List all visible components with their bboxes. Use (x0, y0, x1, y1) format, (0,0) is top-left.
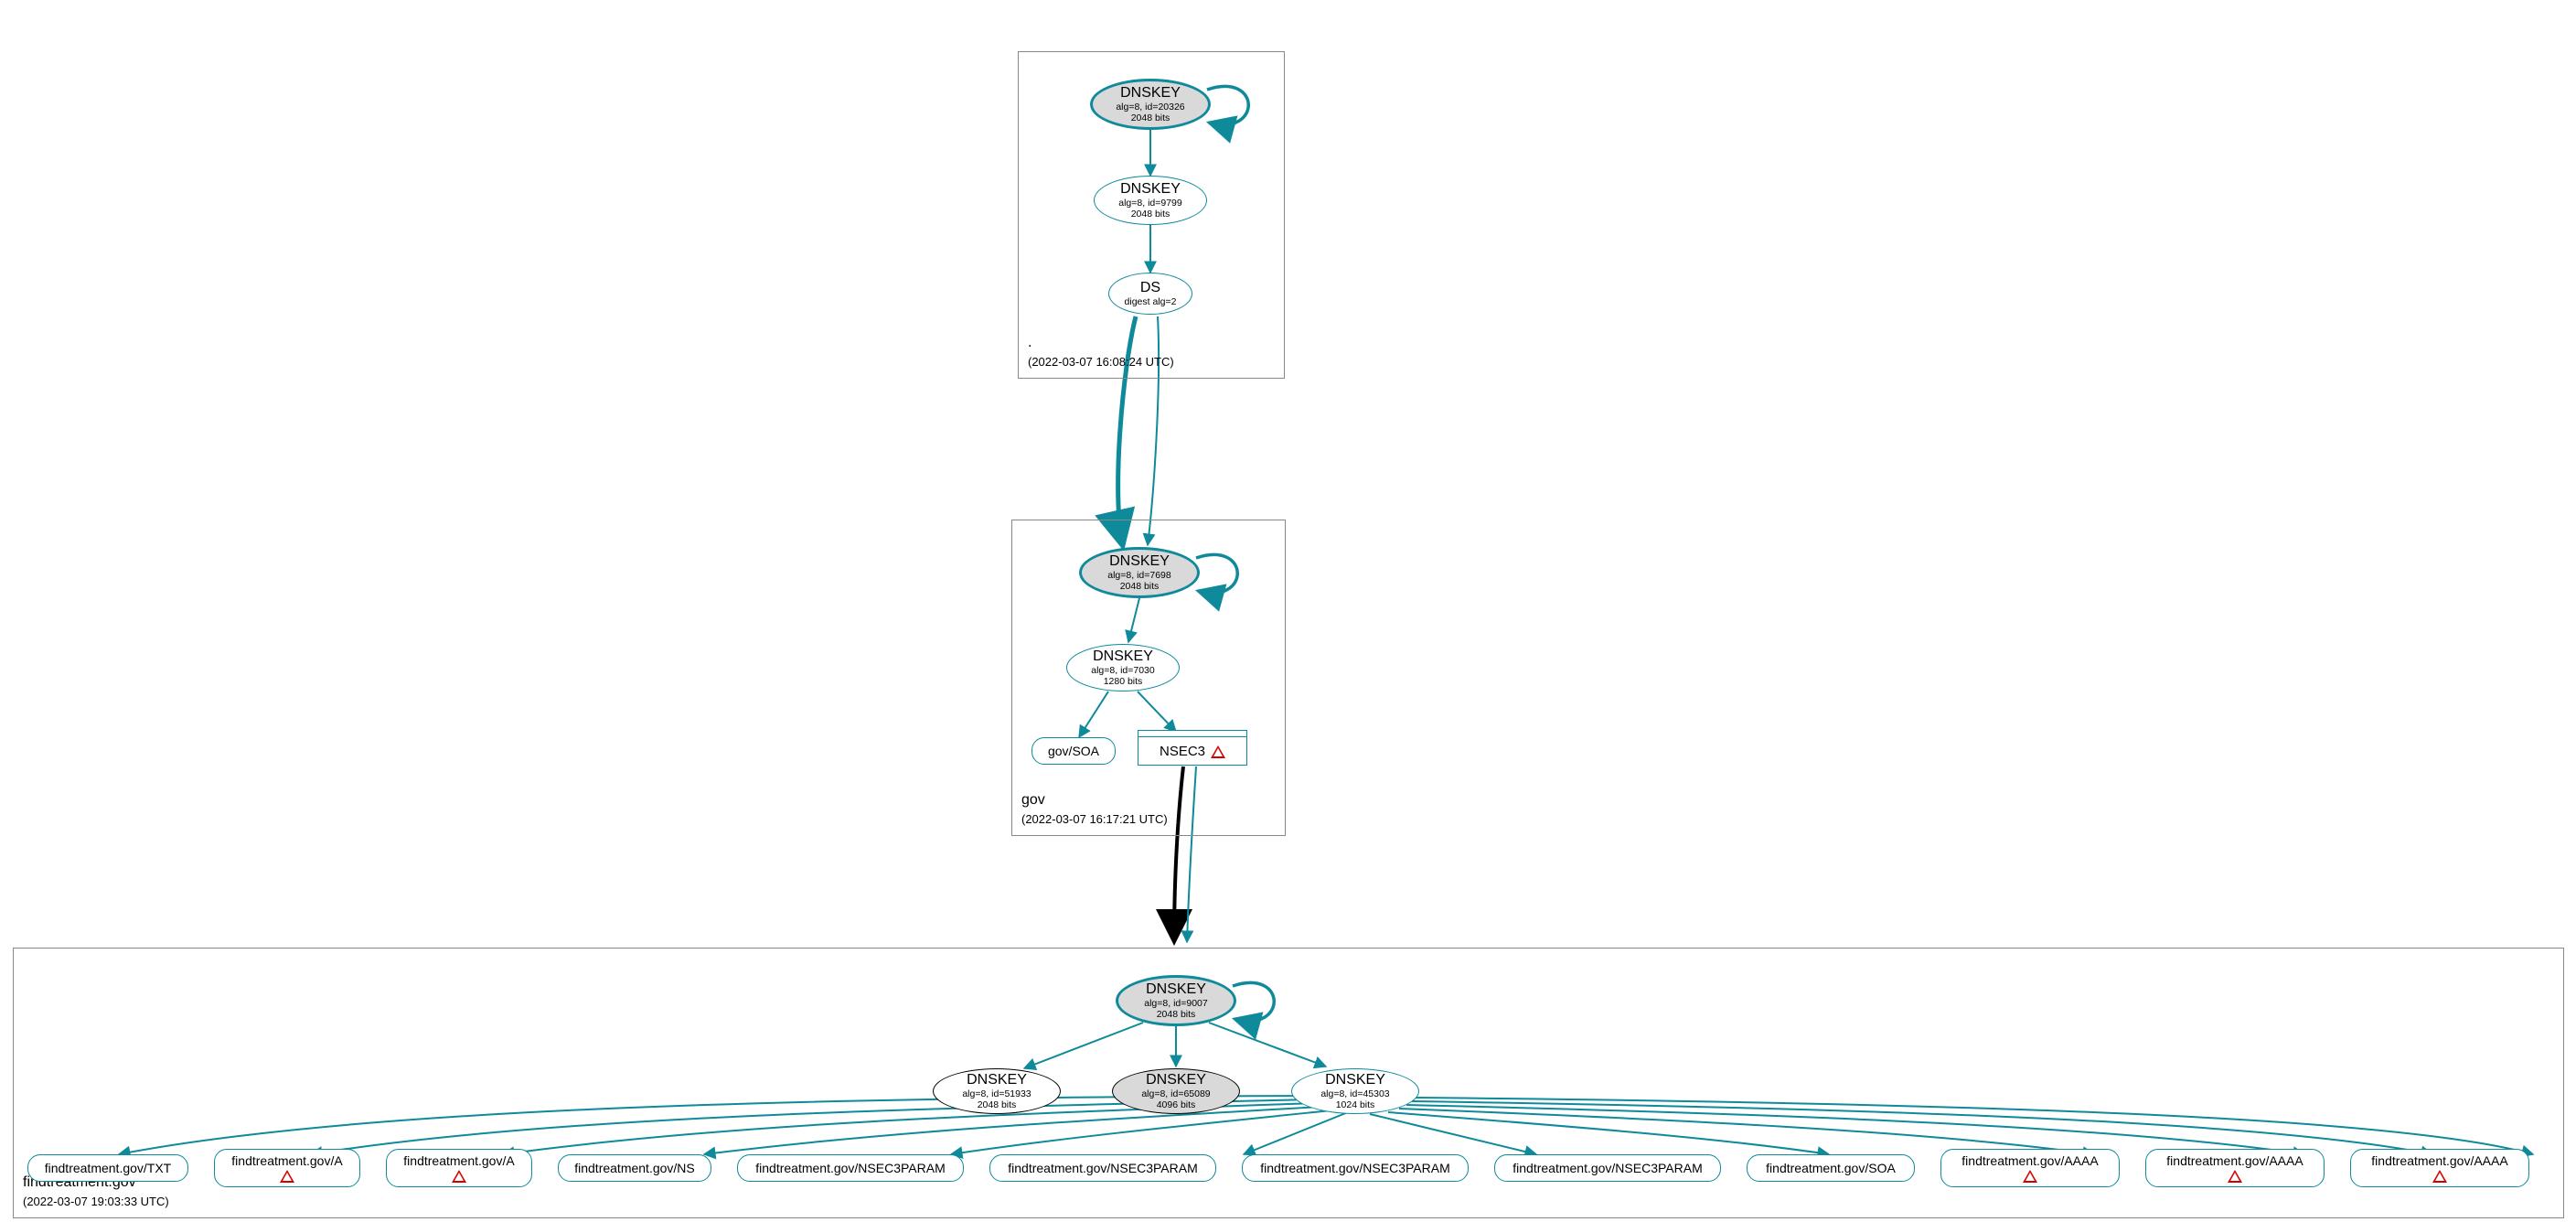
warning-icon (452, 1170, 466, 1183)
zone-root-ts: (2022-03-07 16:08:24 UTC) (1028, 355, 1174, 369)
dnskey-sub: alg=8, id=9007 (1144, 998, 1207, 1009)
dnskey-title: DNSKEY (1120, 85, 1181, 102)
rrset-label: findtreatment.gov/AAAA (1961, 1153, 2098, 1168)
rrset-label: findtreatment.gov/NSEC3PARAM (1512, 1161, 1703, 1175)
dnskey-bits: 2048 bits (1131, 209, 1170, 220)
dnskey-title: DNSKEY (1146, 1072, 1206, 1088)
rrset-label: gov/SOA (1048, 744, 1099, 758)
dnskey-sub: alg=8, id=45303 (1320, 1088, 1389, 1099)
ds-sub: digest alg=2 (1125, 296, 1177, 307)
rrset-ft-ns[interactable]: findtreatment.gov/NS (558, 1154, 711, 1182)
warning-icon (280, 1170, 294, 1183)
dnskey-sub: alg=8, id=7698 (1107, 570, 1170, 581)
zone-root-name: . (1028, 335, 1031, 350)
dnskey-title: DNSKEY (967, 1072, 1027, 1088)
rrset-ft-a-1[interactable]: findtreatment.gov/A (214, 1149, 360, 1187)
zone-gov-name: gov (1021, 792, 1045, 808)
dnskey-bits: 2048 bits (1120, 581, 1160, 592)
dnskey-ft-45303[interactable]: DNSKEY alg=8, id=45303 1024 bits (1291, 1068, 1419, 1114)
dnskey-ft-51933[interactable]: DNSKEY alg=8, id=51933 2048 bits (933, 1068, 1061, 1114)
dnskey-title: DNSKEY (1093, 649, 1153, 665)
rrset-ft-n3p-1[interactable]: findtreatment.gov/NSEC3PARAM (737, 1154, 964, 1182)
nsec3-body: NSEC3 (1138, 736, 1247, 766)
dnskey-bits: 1280 bits (1104, 676, 1143, 687)
rrset-ft-txt[interactable]: findtreatment.gov/TXT (27, 1154, 188, 1182)
zone-gov-ts: (2022-03-07 16:17:21 UTC) (1021, 812, 1168, 826)
dnskey-sub: alg=8, id=9799 (1118, 198, 1181, 209)
rrset-ft-n3p-4[interactable]: findtreatment.gov/NSEC3PARAM (1494, 1154, 1721, 1182)
rrset-ft-a-2[interactable]: findtreatment.gov/A (386, 1149, 532, 1187)
zone-ft-ts: (2022-03-07 19:03:33 UTC) (23, 1195, 169, 1208)
warning-icon (2432, 1170, 2447, 1183)
dnskey-sub: alg=8, id=7030 (1091, 665, 1154, 676)
rrset-ft-soa[interactable]: findtreatment.gov/SOA (1747, 1154, 1915, 1182)
rrset-label: findtreatment.gov/NS (574, 1161, 695, 1175)
dnskey-bits: 2048 bits (1131, 113, 1170, 123)
dnskey-bits: 2048 bits (978, 1099, 1017, 1110)
dnskey-root-zsk[interactable]: DNSKEY alg=8, id=9799 2048 bits (1094, 176, 1207, 225)
rrset-label: findtreatment.gov/A (403, 1153, 514, 1168)
rrset-ft-aaaa-1[interactable]: findtreatment.gov/AAAA (1940, 1149, 2120, 1187)
rrset-label: findtreatment.gov/SOA (1766, 1161, 1896, 1175)
nsec3-top-bar (1138, 730, 1247, 736)
dnskey-bits: 4096 bits (1157, 1099, 1196, 1110)
warning-icon (2228, 1170, 2242, 1183)
dnskey-gov-ksk[interactable]: DNSKEY alg=8, id=7698 2048 bits (1079, 547, 1200, 598)
warning-icon (2023, 1170, 2037, 1183)
nsec3-label: NSEC3 (1160, 744, 1205, 759)
rrset-nsec3[interactable]: NSEC3 (1138, 730, 1247, 766)
rrset-label: findtreatment.gov/TXT (45, 1161, 172, 1175)
dnskey-title: DNSKEY (1120, 181, 1181, 198)
warning-icon (1211, 745, 1225, 758)
dnskey-title: DNSKEY (1109, 553, 1170, 570)
rrset-ft-aaaa-3[interactable]: findtreatment.gov/AAAA (2350, 1149, 2529, 1187)
rrset-gov-soa[interactable]: gov/SOA (1031, 737, 1116, 765)
dnskey-sub: alg=8, id=51933 (962, 1088, 1031, 1099)
rrset-label: findtreatment.gov/NSEC3PARAM (755, 1161, 946, 1175)
dnskey-bits: 2048 bits (1157, 1009, 1196, 1020)
zone-gov-label: gov (2022-03-07 16:17:21 UTC) (1021, 791, 1168, 830)
dnskey-title: DNSKEY (1146, 981, 1206, 998)
rrset-label: findtreatment.gov/A (231, 1153, 342, 1168)
rrset-label: findtreatment.gov/AAAA (2166, 1153, 2303, 1168)
dnskey-title: DNSKEY (1325, 1072, 1385, 1088)
rrset-label: findtreatment.gov/NSEC3PARAM (1008, 1161, 1198, 1175)
ds-title: DS (1140, 280, 1160, 296)
zone-root-label: . (2022-03-07 16:08:24 UTC) (1028, 334, 1174, 372)
dnskey-ft-65089[interactable]: DNSKEY alg=8, id=65089 4096 bits (1112, 1068, 1240, 1114)
dnskey-root-ksk[interactable]: DNSKEY alg=8, id=20326 2048 bits (1090, 79, 1211, 130)
rrset-ft-n3p-3[interactable]: findtreatment.gov/NSEC3PARAM (1242, 1154, 1469, 1182)
dnskey-gov-zsk[interactable]: DNSKEY alg=8, id=7030 1280 bits (1066, 644, 1180, 691)
dnskey-sub: alg=8, id=65089 (1141, 1088, 1210, 1099)
rrset-label: findtreatment.gov/AAAA (2371, 1153, 2507, 1168)
ds-root-gov[interactable]: DS digest alg=2 (1108, 273, 1192, 315)
dnskey-ft-ksk[interactable]: DNSKEY alg=8, id=9007 2048 bits (1116, 975, 1236, 1026)
dnskey-bits: 1024 bits (1336, 1099, 1375, 1110)
rrset-label: findtreatment.gov/NSEC3PARAM (1260, 1161, 1450, 1175)
rrset-ft-n3p-2[interactable]: findtreatment.gov/NSEC3PARAM (989, 1154, 1216, 1182)
rrset-ft-aaaa-2[interactable]: findtreatment.gov/AAAA (2145, 1149, 2325, 1187)
dnskey-sub: alg=8, id=20326 (1116, 102, 1184, 113)
dnssec-diagram: . (2022-03-07 16:08:24 UTC) DNSKEY alg=8… (0, 0, 2576, 1222)
